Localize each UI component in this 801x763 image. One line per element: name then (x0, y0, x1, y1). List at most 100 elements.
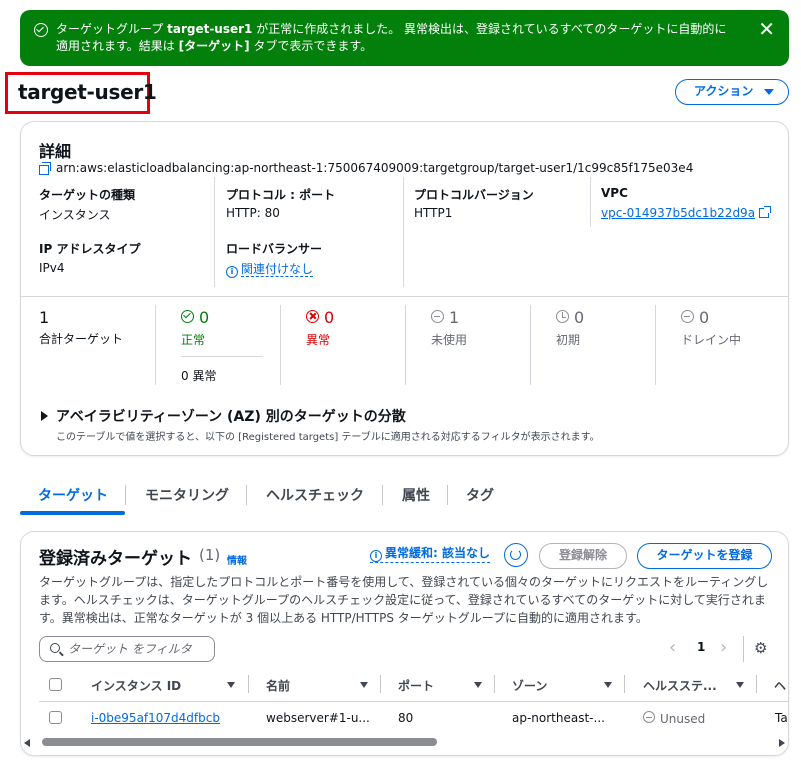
column-resizer[interactable] (380, 675, 381, 693)
target-type-value: インスタンス (39, 208, 111, 222)
tab-targets[interactable]: ターゲット (38, 485, 108, 505)
sort-icon[interactable] (227, 682, 235, 688)
page-title: target-user1 (18, 80, 157, 104)
divider (181, 356, 263, 357)
ip-type-label: IP アドレスタイプ (39, 242, 141, 256)
copy-icon[interactable] (39, 162, 51, 175)
clock-icon (556, 310, 569, 323)
draining-label: ドレイン中 (681, 333, 742, 347)
divider (405, 305, 406, 385)
target-zone: ap-northeast-... (512, 711, 605, 725)
active-tab-indicator (20, 511, 125, 515)
tab-attributes[interactable]: 属性 (402, 485, 430, 505)
sort-icon[interactable] (474, 682, 482, 688)
refresh-button[interactable] (504, 543, 528, 567)
protocol-version-label: プロトコルバージョン (414, 188, 534, 202)
minus-circle-icon (681, 310, 694, 323)
error-circle-icon (306, 310, 319, 323)
targets-count: (1) (199, 546, 221, 564)
select-all-checkbox[interactable] (49, 678, 62, 691)
details-heading: 詳細 (39, 142, 72, 161)
tab-tags[interactable]: タグ (466, 485, 494, 505)
tab-separator (246, 485, 247, 505)
table-divider (39, 701, 788, 702)
tab-monitoring[interactable]: モニタリング (145, 485, 229, 505)
target-extra: Tar (775, 711, 788, 725)
gear-icon[interactable]: ⚙ (754, 641, 767, 656)
deregister-button[interactable]: 登録解除 (539, 543, 627, 569)
unused-count[interactable]: 1 (431, 308, 459, 327)
info-icon: i (226, 266, 238, 278)
actions-button[interactable]: アクション (675, 79, 789, 105)
scrollbar-thumb[interactable] (42, 738, 437, 746)
health-status: Unused (643, 711, 705, 726)
column-resizer[interactable] (756, 675, 757, 693)
caret-down-icon (764, 89, 774, 95)
target-type-label: ターゲットの種類 (39, 188, 136, 202)
column-resizer[interactable] (624, 675, 625, 693)
scroll-right-icon[interactable] (779, 739, 785, 747)
column-header-instance-id[interactable]: インスタンス ID (91, 677, 181, 694)
total-targets-count: 1 (39, 308, 50, 327)
divider (530, 305, 531, 385)
close-icon[interactable]: ✕ (758, 18, 775, 40)
protocol-value: HTTP: 80 (226, 206, 280, 220)
register-targets-button[interactable]: ターゲットを登録 (637, 543, 772, 569)
healthy-count[interactable]: 0 (181, 308, 209, 327)
az-distribution-toggle[interactable]: アベイラビリティーゾーン (AZ) 別のターゲットの分散 (56, 406, 406, 426)
section-divider (21, 296, 788, 297)
info-link[interactable]: 情報 (227, 552, 247, 567)
registered-targets-container: 登録済みターゲット (1) 情報 i 異常緩和: 該当なし 登録解除 ターゲットを… (20, 531, 789, 756)
vpc-link[interactable]: vpc-014937b5dc1b22d9a (601, 206, 772, 220)
search-icon (50, 643, 60, 653)
sort-icon[interactable] (360, 682, 368, 688)
filter-input[interactable] (68, 640, 208, 658)
minus-circle-icon (643, 711, 655, 723)
load-balancer-value[interactable]: i 関連付けなし (226, 260, 314, 278)
tab-separator (125, 485, 126, 505)
flash-message: ターゲットグループ target-user1 が正常に作成されました。 異常検出… (56, 22, 727, 53)
healthy-label: 正常 (181, 333, 206, 347)
protocol-label: プロトコル : ポート (226, 188, 336, 202)
mitigation-status[interactable]: i 異常緩和: 該当なし (370, 544, 490, 563)
column-header-more[interactable]: ヘ (774, 677, 786, 694)
external-link-icon (759, 206, 772, 218)
targets-description: ターゲットグループは、指定したプロトコルとポート番号を使用して、登録されている個… (39, 575, 769, 625)
draining-count[interactable]: 0 (681, 308, 709, 327)
divider (743, 636, 744, 662)
target-name: webserver#1-u... (266, 711, 370, 725)
az-description: このテーブルで値を選択すると、以下の [Registered targets] … (56, 432, 600, 443)
caret-right-icon[interactable] (41, 411, 48, 421)
scroll-left-icon[interactable] (24, 739, 30, 747)
column-resizer[interactable] (494, 675, 495, 693)
protocol-version-value: HTTP1 (414, 206, 453, 220)
chevron-left-icon[interactable]: ‹ (669, 639, 676, 657)
registered-targets-heading: 登録済みターゲット (39, 549, 192, 569)
arn-text: arn:aws:elasticloadbalancing:ap-northeas… (56, 161, 694, 175)
filter-targets-field[interactable] (39, 636, 215, 662)
divider (655, 305, 656, 385)
target-port: 80 (398, 711, 414, 725)
row-checkbox[interactable] (49, 711, 62, 724)
horizontal-scrollbar[interactable] (20, 737, 789, 750)
info-icon: i (370, 550, 382, 562)
column-header-zone[interactable]: ゾーン (512, 677, 547, 694)
sort-icon[interactable] (604, 682, 612, 688)
minus-circle-icon (431, 310, 444, 323)
divider (155, 305, 156, 385)
ip-type-value: IPv4 (39, 261, 65, 275)
unhealthy-label: 異常 (306, 333, 331, 347)
instance-id-link[interactable]: i-0be95af107d4dfbcb (91, 711, 220, 725)
success-flashbar: ターゲットグループ target-user1 が正常に作成されました。 異常検出… (20, 10, 789, 66)
initial-count[interactable]: 0 (556, 308, 584, 327)
unhealthy-count[interactable]: 0 (306, 308, 334, 327)
chevron-right-icon[interactable]: › (720, 639, 727, 657)
column-header-health-status[interactable]: ヘルスステ... (643, 677, 717, 694)
page-number[interactable]: 1 (697, 640, 705, 654)
column-resizer[interactable] (248, 675, 249, 693)
column-header-port[interactable]: ポート (398, 677, 434, 694)
sort-icon[interactable] (736, 682, 744, 688)
column-header-name[interactable]: 名前 (266, 677, 290, 694)
tab-health-check[interactable]: ヘルスチェック (266, 485, 364, 505)
divider (280, 305, 281, 385)
